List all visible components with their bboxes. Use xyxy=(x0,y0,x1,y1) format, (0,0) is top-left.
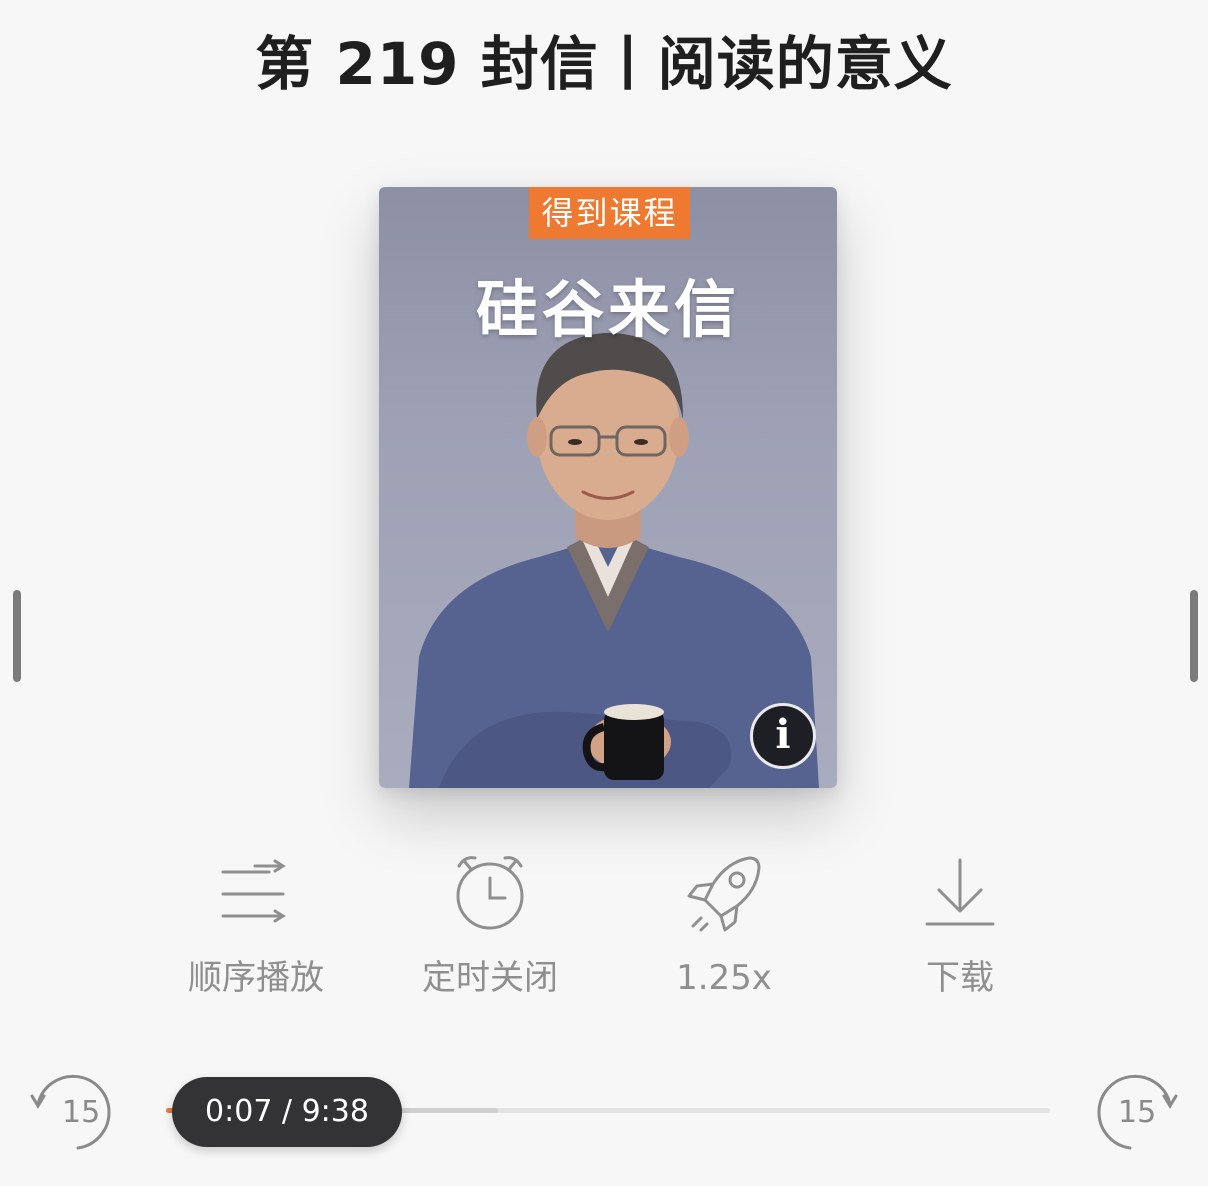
download-label: 下载 xyxy=(926,958,994,998)
left-edge-handle[interactable] xyxy=(13,590,21,682)
play-order-button[interactable]: 顺序播放 xyxy=(166,848,346,998)
skip-forward-label: 15 xyxy=(1118,1095,1157,1130)
course-badge: 得到课程 xyxy=(529,187,690,239)
course-cover[interactable]: 得到课程 硅谷来信 i xyxy=(379,187,837,788)
rocket-icon xyxy=(687,856,761,932)
page-title: 第 219 封信丨阅读的意义 xyxy=(255,30,953,98)
download-icon xyxy=(925,858,995,926)
play-order-label: 顺序播放 xyxy=(188,958,324,998)
skip-back-button[interactable]: 15 xyxy=(30,1074,114,1150)
info-icon: i xyxy=(775,711,791,758)
playback-speed-label: 1.25x xyxy=(676,958,772,998)
playlist-order-icon xyxy=(221,859,286,923)
skip-back-label: 15 xyxy=(62,1095,101,1130)
course-title: 硅谷来信 xyxy=(475,273,740,346)
sleep-timer-button[interactable]: 定时关闭 xyxy=(400,848,580,998)
info-button[interactable]: i xyxy=(750,703,816,769)
alarm-clock-icon xyxy=(456,856,524,930)
playback-speed-button[interactable]: 1.25x xyxy=(634,848,814,998)
sleep-timer-label: 定时关闭 xyxy=(422,958,558,998)
time-display[interactable]: 0:07 / 9:38 xyxy=(172,1077,402,1147)
right-edge-handle[interactable] xyxy=(1190,590,1198,682)
download-button[interactable]: 下载 xyxy=(870,848,1050,998)
skip-forward-button[interactable]: 15 xyxy=(1094,1074,1178,1150)
